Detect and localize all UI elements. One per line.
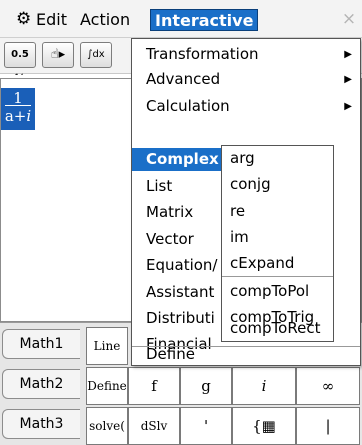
menu-item-label: Transformation	[146, 45, 259, 63]
expression-denominator: a+𝑖	[4, 107, 32, 125]
menu-item-define[interactable]: Define	[132, 343, 360, 366]
hand-execute-button[interactable]: ☝▸	[42, 42, 74, 68]
menu-item-label: Calculation	[146, 97, 230, 115]
submenu-arrow-icon: ▶	[344, 101, 352, 112]
submenu-item-im[interactable]: im	[222, 226, 333, 248]
expression-numerator: 1	[5, 88, 31, 107]
submenu-separator	[222, 276, 333, 277]
submenu-item-comptopol[interactable]: compToPol	[222, 280, 333, 302]
submenu-arrow-icon: ▶	[344, 49, 352, 60]
decimal-fraction-toggle-button[interactable]: 0.5 ½	[4, 42, 36, 84]
key-imaginary-i[interactable]: 𝑖	[232, 367, 296, 405]
submenu-arrow-icon: ▶	[344, 74, 352, 85]
submenu-item-cexpand[interactable]: cExpand	[222, 252, 333, 274]
key-g[interactable]: g	[180, 367, 232, 405]
submenu-item-arg[interactable]: arg	[222, 147, 333, 169]
key-f[interactable]: f	[128, 367, 180, 405]
keyboard-tab-math1[interactable]: Math1	[2, 329, 80, 359]
key-define[interactable]: Define	[86, 367, 128, 405]
menu-item-advanced[interactable]: Advanced ▶	[132, 68, 360, 91]
key-piecewise-brace[interactable]: {▦	[232, 407, 296, 445]
key-solve[interactable]: solve(	[86, 407, 128, 445]
keyboard-tab-math3[interactable]: Math3	[2, 409, 80, 439]
menubar: ⚙ Edit Action Interactive ×	[0, 0, 362, 38]
key-line[interactable]: Line	[86, 327, 128, 365]
submenu-item-conjg[interactable]: conjg	[222, 173, 333, 195]
menu-item-label: Advanced	[146, 70, 221, 88]
menu-item-complex[interactable]: Complex	[132, 148, 222, 171]
keyboard-tab-math2[interactable]: Math2	[2, 369, 80, 399]
menu-interactive[interactable]: Interactive	[150, 9, 259, 31]
key-infinity[interactable]: ∞	[296, 367, 360, 405]
submenu-item-comptorect[interactable]: compToRect	[222, 317, 333, 339]
menu-action[interactable]: Action	[78, 9, 132, 31]
complex-submenu: arg conjg re im cExpand compToPol compTo…	[221, 145, 334, 342]
key-absolute-bar[interactable]: |	[296, 407, 360, 445]
key-dslv[interactable]: dSlv	[128, 407, 180, 445]
integral-template-button[interactable]: ∫dx	[80, 42, 112, 68]
settings-gear-icon[interactable]: ⚙	[14, 8, 33, 30]
key-prime[interactable]: '	[180, 407, 232, 445]
menu-item-transformation[interactable]: Transformation ▶	[132, 43, 360, 66]
close-icon[interactable]: ×	[339, 9, 359, 29]
menu-edit[interactable]: Edit	[34, 9, 69, 31]
menu-item-calculation[interactable]: Calculation ▶	[132, 95, 360, 118]
submenu-item-re[interactable]: re	[222, 200, 333, 222]
selected-expression[interactable]: 1 a+𝑖	[1, 88, 35, 130]
